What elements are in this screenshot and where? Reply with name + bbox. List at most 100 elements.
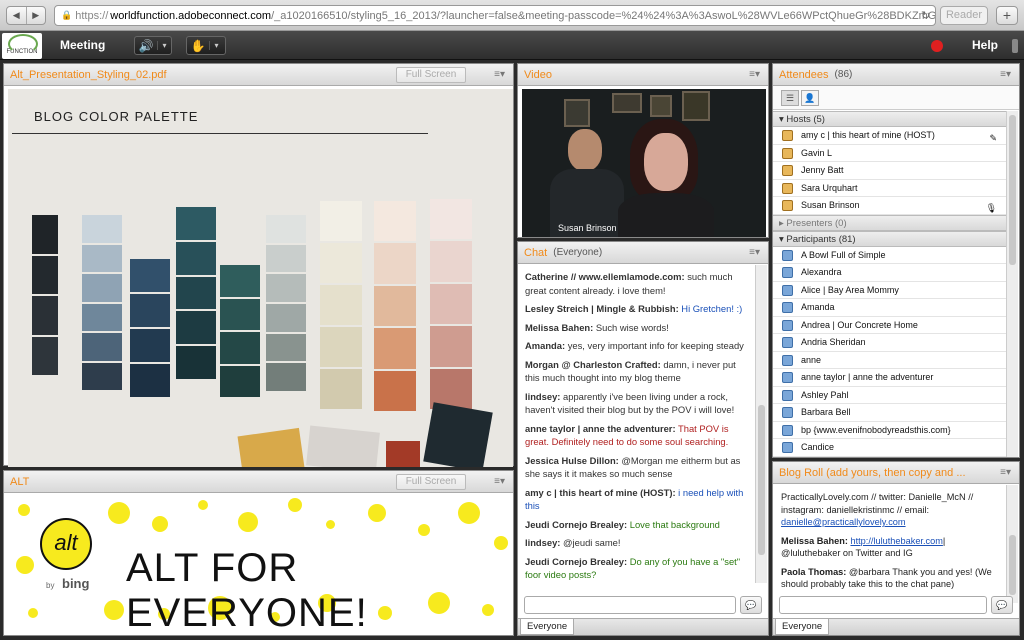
blogroll-entry-text: PracticallyLovely.com // twitter: Daniel… <box>781 492 974 515</box>
chevron-down-icon[interactable]: ▾ <box>157 41 171 50</box>
help-menu[interactable]: Help <box>972 38 998 52</box>
forward-button[interactable]: ▶ <box>25 7 46 24</box>
participant-name: A Bowl Full of Simple <box>801 249 886 260</box>
blogroll-notes: PracticallyLovely.com // twitter: Daniel… <box>774 485 1005 603</box>
full-screen-button[interactable]: Full Screen <box>396 67 466 83</box>
blogroll-pod-header: Blog Roll (add yours, then copy and ... … <box>773 462 1019 484</box>
participant-row[interactable]: anne <box>773 352 1007 369</box>
host-row[interactable]: Jenny Batt <box>773 162 1007 180</box>
participant-row[interactable]: Ashley Pahl <box>773 387 1007 404</box>
address-bar[interactable]: 🔒 https :// worldfunction.adobeconnect.c… <box>54 5 936 26</box>
video-title: Video <box>524 68 552 81</box>
pod-menu-icon[interactable]: ≡▾ <box>749 69 760 80</box>
tab-everyone[interactable]: Everyone <box>775 619 830 635</box>
alt-logo: alt <box>40 518 92 570</box>
slide-canvas: BLOG COLOR PALETTE <box>8 89 513 467</box>
participant-row[interactable]: Andria Sheridan <box>773 334 1007 352</box>
pod-menu-icon[interactable]: ≡▾ <box>1000 467 1011 478</box>
participant-row[interactable]: Alexandra <box>773 264 1007 282</box>
pod-menu-icon[interactable]: ≡▾ <box>494 476 505 487</box>
tab-everyone[interactable]: Everyone <box>520 619 575 635</box>
participant-name: bp {www.evenifnobodyreadsthis.com} <box>801 424 951 435</box>
send-message-button[interactable]: 💬 <box>740 596 762 614</box>
participant-row[interactable]: Candice <box>773 439 1007 457</box>
back-button[interactable]: ◀ <box>7 7 26 24</box>
chat-tabbar: Everyone <box>518 618 768 635</box>
chat-scroll-thumb[interactable] <box>758 405 765 555</box>
person-body <box>618 193 714 237</box>
participant-row[interactable]: Barbara Bell <box>773 404 1007 422</box>
chat-message: lindsey: apparently i've been living und… <box>525 390 748 417</box>
wall-frame <box>564 99 590 127</box>
pod-menu-icon[interactable]: ≡▾ <box>1000 69 1011 80</box>
participants-section-header[interactable]: ▾ Participants (81) <box>773 230 1007 247</box>
blogroll-title: Blog Roll (add yours, then copy and ... <box>779 466 966 479</box>
chat-message: Lesley Streich | Mingle & Rubbish: Hi Gr… <box>525 302 748 316</box>
blogroll-entry-author: Melissa Bahen: <box>781 535 848 546</box>
host-row[interactable]: Gavin L <box>773 145 1007 162</box>
chat-pod: Chat (Everyone) ≡▾ Catherine // www.elle… <box>517 241 769 636</box>
presentation-pod-header: Alt_Presentation_Styling_02.pdf Full Scr… <box>4 64 513 86</box>
participant-name: Andria Sheridan <box>801 337 866 347</box>
speaker-icon[interactable]: 🔊 <box>135 39 157 53</box>
decor-dot <box>152 516 168 532</box>
reload-icon[interactable]: ↻ <box>921 9 930 22</box>
reader-button[interactable]: Reader <box>940 6 988 25</box>
participant-user-icon <box>782 372 793 383</box>
chat-message: Morgan @ Charleston Crafted: damn, i nev… <box>525 358 748 385</box>
participants-label: Participants (81) <box>786 233 856 245</box>
status-control[interactable]: ✋ ▾ <box>186 36 226 55</box>
presenters-section-header[interactable]: ▸ Presenters (0) <box>773 214 1007 231</box>
chat-title: Chat <box>524 246 548 259</box>
list-view-icon[interactable]: ☰ <box>781 90 799 106</box>
chat-scrollbar[interactable] <box>755 265 767 583</box>
chat-message: amy c | this heart of mine (HOST): i nee… <box>525 486 748 513</box>
blogroll-entry: Melissa Bahen: http://luluthebaker.com| … <box>781 535 946 559</box>
pod-menu-icon[interactable]: ≡▾ <box>749 247 760 258</box>
attendee-scroll-thumb[interactable] <box>1009 115 1016 265</box>
chat-text: Such wise words! <box>593 321 669 333</box>
decor-dot <box>238 512 258 532</box>
host-row[interactable]: Sara Urquhart <box>773 180 1007 197</box>
paint-strip <box>374 201 416 412</box>
host-row[interactable]: amy c | this heart of mine (HOST) ✎ <box>773 127 1007 145</box>
meeting-menu[interactable]: Meeting <box>60 38 105 52</box>
new-tab-button[interactable]: + <box>996 6 1018 25</box>
record-indicator-icon[interactable] <box>931 40 943 52</box>
decor-dot <box>198 500 208 510</box>
email-link[interactable]: danielle@practicallylovely.com <box>781 517 906 527</box>
hosts-section-header[interactable]: ▾ Hosts (5) <box>773 111 1007 127</box>
full-screen-button[interactable]: Full Screen <box>396 474 466 490</box>
speaker-control[interactable]: 🔊 ▾ <box>134 36 172 55</box>
chevron-down-icon[interactable]: ▾ <box>209 41 223 50</box>
chat-text: Hi Gretchen! :) <box>678 303 743 314</box>
host-name: Susan Brinson <box>801 200 860 210</box>
chat-input[interactable] <box>524 596 736 614</box>
participant-name: anne taylor | anne the adventurer <box>801 372 934 382</box>
user-view-icon[interactable]: 👤 <box>801 90 819 106</box>
blog-link[interactable]: http://luluthebaker.com <box>850 536 942 546</box>
blogroll-scroll-thumb[interactable] <box>1009 535 1016 595</box>
participant-row[interactable]: A Bowl Full of Simple <box>773 247 1007 264</box>
participant-name: Candice <box>801 442 835 452</box>
participant-row[interactable]: Amanda <box>773 299 1007 317</box>
send-note-button[interactable]: 💬 <box>991 596 1013 614</box>
menubar-scroll-handle[interactable] <box>1012 39 1018 53</box>
blogroll-input[interactable] <box>779 596 987 614</box>
participant-row[interactable]: Alice | Bay Area Mommy <box>773 282 1007 299</box>
participant-row[interactable]: bp {www.evenifnobodyreadsthis.com} <box>773 422 1007 439</box>
participant-row[interactable]: anne taylor | anne the adventurer <box>773 369 1007 387</box>
decor-dot <box>108 502 130 524</box>
raise-hand-icon[interactable]: ✋ <box>187 39 209 53</box>
lock-icon: 🔒 <box>61 10 73 20</box>
pod-menu-icon[interactable]: ≡▾ <box>494 69 505 80</box>
host-name: Sara Urquhart <box>801 182 858 193</box>
host-row[interactable]: Susan Brinson 🎙 <box>773 197 1007 215</box>
chat-author: Jessica Hulse Dillon: <box>525 454 619 466</box>
attendees-count: (86) <box>834 69 853 80</box>
blogroll-scrollbar[interactable] <box>1006 485 1018 603</box>
attendee-scrollbar[interactable] <box>1006 111 1018 457</box>
participant-row[interactable]: Andrea | Our Concrete Home <box>773 317 1007 334</box>
url-scheme: https <box>75 9 100 22</box>
participant-user-icon <box>782 267 793 278</box>
